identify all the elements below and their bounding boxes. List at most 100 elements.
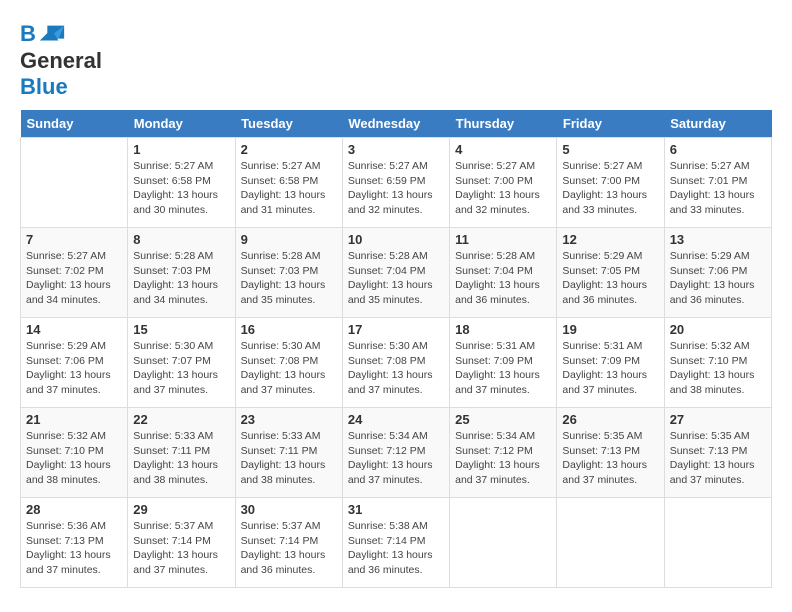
day-number: 25 <box>455 412 551 427</box>
day-number: 9 <box>241 232 337 247</box>
calendar-cell: 18Sunrise: 5:31 AM Sunset: 7:09 PM Dayli… <box>450 318 557 408</box>
day-info: Sunrise: 5:32 AM Sunset: 7:10 PM Dayligh… <box>670 339 766 398</box>
day-info: Sunrise: 5:29 AM Sunset: 7:05 PM Dayligh… <box>562 249 658 308</box>
day-number: 24 <box>348 412 444 427</box>
calendar-cell <box>557 498 664 588</box>
calendar-cell: 14 Sunrise: 5:29 AM Sunset: 7:06 PM Dayli… <box>21 318 128 408</box>
day-info: Sunrise: 5:27 AM Sunset: 6:58 PM Dayligh… <box>241 159 337 218</box>
day-info: Sunrise: 5:27 AM Sunset: 7:00 PM Dayligh… <box>455 159 551 218</box>
day-number: 26 <box>562 412 658 427</box>
calendar-cell: 26 Sunrise: 5:35 AM Sunset: 7:13 PM Dayli… <box>557 408 664 498</box>
day-number: 19 <box>562 322 658 337</box>
calendar-cell <box>664 498 771 588</box>
day-info: Sunrise: 5:29 AM Sunset: 7:06 PM Dayligh… <box>670 249 766 308</box>
day-info: Sunrise: 5:38 AM Sunset: 7:14 PM Dayligh… <box>348 519 444 578</box>
column-header-sunday: Sunday <box>21 110 128 138</box>
calendar-cell: 11 Sunrise: 5:28 AM Sunset: 7:04 PM Dayli… <box>450 228 557 318</box>
logo-general-full: General <box>20 48 102 74</box>
day-number: 5 <box>562 142 658 157</box>
calendar-cell: 3Sunrise: 5:27 AM Sunset: 6:59 PM Daylig… <box>342 138 449 228</box>
day-number: 22 <box>133 412 229 427</box>
calendar-cell: 25 Sunrise: 5:34 AM Sunset: 7:12 PM Dayli… <box>450 408 557 498</box>
day-number: 8 <box>133 232 229 247</box>
day-number: 17 <box>348 322 444 337</box>
column-header-wednesday: Wednesday <box>342 110 449 138</box>
day-number: 14 <box>26 322 122 337</box>
column-header-saturday: Saturday <box>664 110 771 138</box>
day-number: 7 <box>26 232 122 247</box>
day-number: 28 <box>26 502 122 517</box>
calendar-header-row: SundayMondayTuesdayWednesdayThursdayFrid… <box>21 110 772 138</box>
logo: B General Blue <box>20 20 102 100</box>
day-info: Sunrise: 5:28 AM Sunset: 7:04 PM Dayligh… <box>348 249 444 308</box>
calendar-week-5: 28 Sunrise: 5:36 AM Sunset: 7:13 PM Dayli… <box>21 498 772 588</box>
calendar-cell: 30 Sunrise: 5:37 AM Sunset: 7:14 PM Dayli… <box>235 498 342 588</box>
calendar-cell: 16 Sunrise: 5:30 AM Sunset: 7:08 PM Dayli… <box>235 318 342 408</box>
calendar-table: SundayMondayTuesdayWednesdayThursdayFrid… <box>20 110 772 588</box>
logo-blue-full: Blue <box>20 74 68 99</box>
day-info: Sunrise: 5:27 AM Sunset: 7:01 PM Dayligh… <box>670 159 766 218</box>
day-info: Sunrise: 5:30 AM Sunset: 7:08 PM Dayligh… <box>241 339 337 398</box>
calendar-week-4: 21 Sunrise: 5:32 AM Sunset: 7:10 PM Dayli… <box>21 408 772 498</box>
column-header-tuesday: Tuesday <box>235 110 342 138</box>
calendar-cell: 23 Sunrise: 5:33 AM Sunset: 7:11 PM Dayli… <box>235 408 342 498</box>
logo-blue-partial: B <box>20 21 36 46</box>
calendar-week-1: 1Sunrise: 5:27 AM Sunset: 6:58 PM Daylig… <box>21 138 772 228</box>
day-info: Sunrise: 5:27 AM Sunset: 7:02 PM Dayligh… <box>26 249 122 308</box>
day-number: 20 <box>670 322 766 337</box>
day-info: Sunrise: 5:27 AM Sunset: 6:58 PM Dayligh… <box>133 159 229 218</box>
day-info: Sunrise: 5:30 AM Sunset: 7:08 PM Dayligh… <box>348 339 444 398</box>
calendar-cell: 13 Sunrise: 5:29 AM Sunset: 7:06 PM Dayli… <box>664 228 771 318</box>
day-info: Sunrise: 5:36 AM Sunset: 7:13 PM Dayligh… <box>26 519 122 578</box>
calendar-cell: 17 Sunrise: 5:30 AM Sunset: 7:08 PM Dayli… <box>342 318 449 408</box>
calendar-cell <box>21 138 128 228</box>
day-info: Sunrise: 5:35 AM Sunset: 7:13 PM Dayligh… <box>562 429 658 488</box>
column-header-monday: Monday <box>128 110 235 138</box>
calendar-week-3: 14 Sunrise: 5:29 AM Sunset: 7:06 PM Dayli… <box>21 318 772 408</box>
calendar-cell: 2 Sunrise: 5:27 AM Sunset: 6:58 PM Daylig… <box>235 138 342 228</box>
day-info: Sunrise: 5:30 AM Sunset: 7:07 PM Dayligh… <box>133 339 229 398</box>
day-info: Sunrise: 5:29 AM Sunset: 7:06 PM Dayligh… <box>26 339 122 398</box>
day-number: 16 <box>241 322 337 337</box>
day-info: Sunrise: 5:37 AM Sunset: 7:14 PM Dayligh… <box>241 519 337 578</box>
calendar-cell: 31 Sunrise: 5:38 AM Sunset: 7:14 PM Dayli… <box>342 498 449 588</box>
day-number: 13 <box>670 232 766 247</box>
day-number: 12 <box>562 232 658 247</box>
day-info: Sunrise: 5:33 AM Sunset: 7:11 PM Dayligh… <box>241 429 337 488</box>
calendar-cell: 22Sunrise: 5:33 AM Sunset: 7:11 PM Dayli… <box>128 408 235 498</box>
calendar-cell: 8 Sunrise: 5:28 AM Sunset: 7:03 PM Daylig… <box>128 228 235 318</box>
day-info: Sunrise: 5:27 AM Sunset: 7:00 PM Dayligh… <box>562 159 658 218</box>
calendar-cell: 15 Sunrise: 5:30 AM Sunset: 7:07 PM Dayli… <box>128 318 235 408</box>
day-info: Sunrise: 5:35 AM Sunset: 7:13 PM Dayligh… <box>670 429 766 488</box>
day-info: Sunrise: 5:32 AM Sunset: 7:10 PM Dayligh… <box>26 429 122 488</box>
day-number: 21 <box>26 412 122 427</box>
calendar-cell: 10Sunrise: 5:28 AM Sunset: 7:04 PM Dayli… <box>342 228 449 318</box>
calendar-week-2: 7 Sunrise: 5:27 AM Sunset: 7:02 PM Daylig… <box>21 228 772 318</box>
calendar-cell: 24Sunrise: 5:34 AM Sunset: 7:12 PM Dayli… <box>342 408 449 498</box>
calendar-cell: 4 Sunrise: 5:27 AM Sunset: 7:00 PM Daylig… <box>450 138 557 228</box>
day-number: 6 <box>670 142 766 157</box>
day-info: Sunrise: 5:34 AM Sunset: 7:12 PM Dayligh… <box>455 429 551 488</box>
calendar-cell: 19 Sunrise: 5:31 AM Sunset: 7:09 PM Dayli… <box>557 318 664 408</box>
calendar-cell: 9Sunrise: 5:28 AM Sunset: 7:03 PM Daylig… <box>235 228 342 318</box>
day-number: 29 <box>133 502 229 517</box>
calendar-cell: 29 Sunrise: 5:37 AM Sunset: 7:14 PM Dayli… <box>128 498 235 588</box>
day-info: Sunrise: 5:37 AM Sunset: 7:14 PM Dayligh… <box>133 519 229 578</box>
day-number: 2 <box>241 142 337 157</box>
day-info: Sunrise: 5:31 AM Sunset: 7:09 PM Dayligh… <box>455 339 551 398</box>
page-header: B General Blue <box>20 20 772 100</box>
day-number: 11 <box>455 232 551 247</box>
day-number: 31 <box>348 502 444 517</box>
calendar-cell: 7 Sunrise: 5:27 AM Sunset: 7:02 PM Daylig… <box>21 228 128 318</box>
column-header-friday: Friday <box>557 110 664 138</box>
logo-icon <box>38 20 66 48</box>
calendar-cell: 21 Sunrise: 5:32 AM Sunset: 7:10 PM Dayli… <box>21 408 128 498</box>
day-number: 30 <box>241 502 337 517</box>
day-info: Sunrise: 5:28 AM Sunset: 7:03 PM Dayligh… <box>133 249 229 308</box>
day-number: 4 <box>455 142 551 157</box>
calendar-cell: 1Sunrise: 5:27 AM Sunset: 6:58 PM Daylig… <box>128 138 235 228</box>
day-number: 23 <box>241 412 337 427</box>
day-info: Sunrise: 5:28 AM Sunset: 7:04 PM Dayligh… <box>455 249 551 308</box>
day-number: 15 <box>133 322 229 337</box>
day-info: Sunrise: 5:31 AM Sunset: 7:09 PM Dayligh… <box>562 339 658 398</box>
